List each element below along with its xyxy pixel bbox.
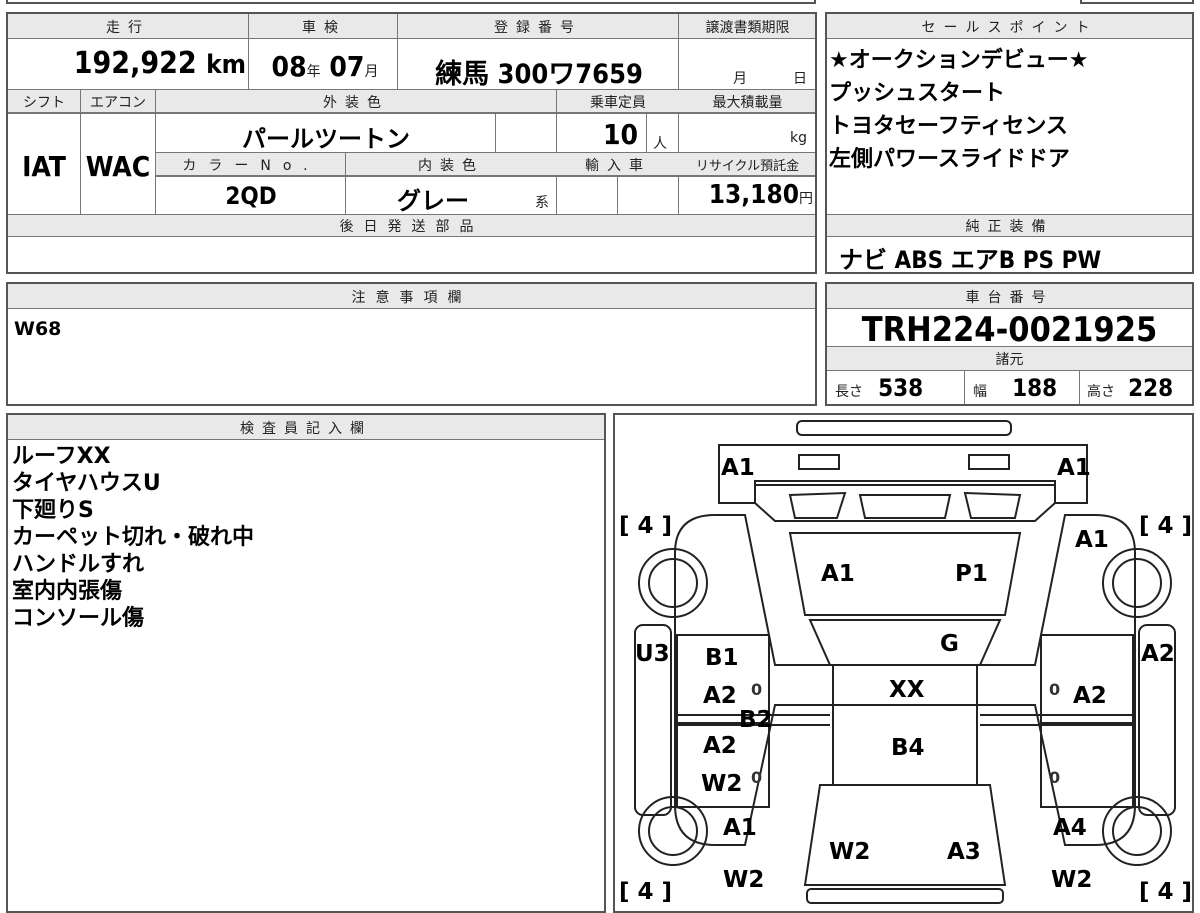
header-aircon: エアコン — [90, 95, 146, 111]
mark-hood-g: G — [940, 631, 959, 657]
header-caution: 注意事項欄 — [351, 290, 472, 306]
mark-right-fender: A1 — [1075, 527, 1109, 553]
spec-height: 高さ 228 — [1087, 374, 1174, 402]
header-color-no: カラーNo. — [182, 158, 320, 174]
exterior-color-value: パールツートン — [242, 125, 410, 153]
clipped-top-strip — [6, 0, 816, 4]
caution-box: 注意事項欄 W68 — [6, 282, 817, 406]
header-import: 輸入車 — [585, 158, 651, 174]
mark-rear-a: W2 — [829, 839, 870, 865]
mark-left-b2: B2 — [739, 707, 773, 733]
mark-left-panel: U3 — [635, 641, 670, 667]
mark-left-door3: A2 — [703, 733, 737, 759]
mark-left-door4: W2 — [701, 771, 742, 797]
mark-roof2: B4 — [891, 735, 925, 761]
capacity-unit: 人 — [653, 136, 667, 152]
tire-mark-tl: [ 4 ] — [619, 513, 672, 539]
tire-mark-tr: [ 4 ] — [1139, 513, 1192, 539]
zero-mark: 0 — [751, 680, 762, 699]
header-later-parts: 後日発送部品 — [339, 219, 484, 235]
sales-points-box: セールスポイント ★オークションデビュー★ プッシュスタート トヨタセーフティセ… — [825, 12, 1194, 274]
interior-color-value: グレー — [397, 187, 469, 215]
sales-point-item: 左側パワースライドドア — [829, 147, 1070, 172]
vehicle-info-table: 走行 車検 登録番号 譲渡書類期限 192,922 km 08年 07月 練馬 … — [6, 12, 817, 274]
header-recycle: リサイクル預託金 — [695, 159, 800, 174]
header-shift: シフト — [23, 95, 65, 111]
sales-point-item: ★オークションデビュー★ — [829, 48, 1089, 73]
header-equipment: 純正装備 — [965, 219, 1054, 235]
tire-mark-br: [ 4 ] — [1139, 879, 1192, 905]
note-item: ハンドルすれ — [12, 552, 145, 577]
header-sales-points: セールスポイント — [921, 20, 1098, 36]
header-specs: 諸元 — [995, 352, 1024, 368]
deadline-day-unit: 日 — [793, 71, 807, 87]
mark-windshield-a: A1 — [821, 561, 855, 587]
sales-point-item: プッシュスタート — [829, 81, 1006, 106]
header-chassis: 車台番号 — [965, 290, 1054, 306]
mark-windshield-b: P1 — [955, 561, 988, 587]
inspector-notes-list: ルーフXX タイヤハウスU 下廻りS カーペット切れ・破れ中 ハンドルすれ 室内… — [12, 443, 592, 632]
caution-text: W68 — [14, 318, 62, 340]
note-item: コンソール傷 — [12, 606, 145, 631]
chassis-box: 車台番号 TRH224-0021925 諸元 長さ 538 幅 188 高さ 2… — [825, 282, 1194, 406]
capacity-value: 10 — [602, 118, 638, 151]
header-max-load: 最大積載量 — [712, 95, 783, 111]
shift-value: IAT — [22, 150, 66, 183]
mark-bottom-right: W2 — [1051, 867, 1092, 893]
zero-mark: 0 — [1049, 680, 1060, 699]
header-capacity: 乗車定員 — [590, 95, 646, 111]
header-mileage: 走行 — [106, 20, 150, 36]
mark-top-left: A1 — [721, 455, 755, 481]
chassis-number: TRH224-0021925 — [861, 310, 1158, 350]
zero-mark: 0 — [1049, 768, 1060, 787]
inspection-date: 08年 07月 — [271, 50, 379, 83]
note-item: ルーフXX — [12, 444, 111, 469]
note-item: 室内内張傷 — [12, 579, 123, 604]
damage-diagram-box: [ 4 ] [ 4 ] [ 4 ] [ 4 ] A1 A1 A1 A1 P1 G… — [613, 413, 1194, 913]
header-inspector: 検査員記入欄 — [240, 421, 372, 437]
mark-roof: XX — [889, 677, 925, 703]
interior-color-suffix: 系 — [535, 195, 549, 211]
header-exterior-color: 外装色 — [323, 95, 389, 111]
header-inspection: 車検 — [302, 20, 346, 36]
mileage-value: 192,922 km — [73, 46, 246, 81]
inspector-notes-box: 検査員記入欄 ルーフXX タイヤハウスU 下廻りS カーペット切れ・破れ中 ハン… — [6, 413, 606, 913]
equipment-value: ナビ ABS エアB PS PW — [839, 246, 1102, 274]
mark-right-rear: A4 — [1053, 815, 1087, 841]
header-transfer-deadline: 譲渡書類期限 — [705, 20, 790, 36]
mark-bottom-left: W2 — [723, 867, 764, 893]
note-item: タイヤハウスU — [12, 471, 161, 496]
mark-right-door: A2 — [1073, 683, 1107, 709]
color-no-value: 2QD — [225, 182, 277, 210]
vehicle-diagram: [ 4 ] [ 4 ] [ 4 ] [ 4 ] A1 A1 A1 A1 P1 G… — [619, 420, 1192, 905]
registration-number: 練馬 300ワ7659 — [435, 59, 643, 90]
tire-mark-bl: [ 4 ] — [619, 879, 672, 905]
aircon-value: WAC — [85, 150, 151, 183]
spec-width: 幅 188 — [973, 374, 1058, 402]
mark-left-door1: B1 — [705, 645, 739, 671]
note-item: カーペット切れ・破れ中 — [12, 525, 255, 550]
deadline-month-unit: 月 — [733, 71, 747, 87]
mark-right-panel: A2 — [1141, 641, 1175, 667]
header-registration: 登録番号 — [494, 20, 582, 36]
mark-rear-b: A3 — [947, 839, 981, 865]
mark-top-right: A1 — [1057, 455, 1091, 481]
note-item: 下廻りS — [12, 498, 94, 523]
mileage-unit: km — [206, 50, 246, 80]
zero-mark: 0 — [751, 768, 762, 787]
mark-left-door2: A2 — [703, 683, 737, 709]
recycle-fee-value: 13,180円 — [708, 180, 813, 210]
sales-point-item: トヨタセーフティセンス — [829, 114, 1068, 139]
spec-length: 長さ 538 — [835, 374, 924, 402]
max-load-unit: kg — [790, 130, 807, 146]
sales-points-list: ★オークションデビュー★ プッシュスタート トヨタセーフティセンス 左側パワース… — [829, 44, 1189, 176]
mark-left-rear: A1 — [723, 815, 757, 841]
header-interior-color: 内装色 — [418, 158, 484, 174]
clipped-top-strip-right — [1080, 0, 1194, 4]
